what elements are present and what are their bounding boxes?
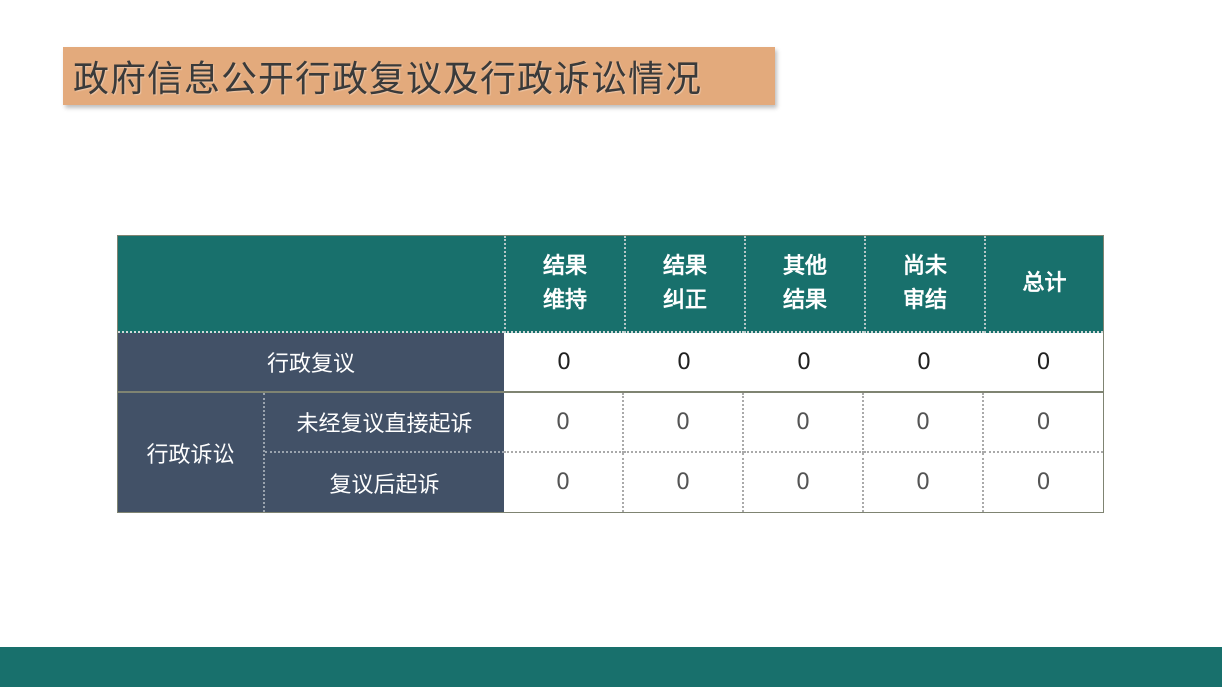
cell-value: 0 [917,349,931,375]
cell-value: 0 [916,409,930,435]
stats-table: 结果 维持 结果 纠正 其他 结果 尚未 审结 总计 行政复议 0 0 0 0 … [117,235,1104,513]
cell-value: 0 [796,470,810,495]
row-label-after-review: 复议后起诉 [265,453,504,512]
table-cell: 0 [984,393,1103,453]
header-label: 总计 [1022,270,1067,296]
header-col-4: 尚未 审结 [864,236,984,333]
row-label-litigation: 行政诉讼 [118,393,265,512]
row-label-review: 行政复议 [118,333,504,393]
row-label-direct: 未经复议直接起诉 [265,393,504,453]
cell-value: 0 [796,409,810,435]
header-corner [118,236,504,333]
cell-value: 0 [556,470,570,495]
header-label: 尚未 审结 [902,253,947,313]
cell-value: 0 [556,409,570,435]
header-col-total: 总计 [984,236,1103,333]
cell-value: 0 [557,349,571,375]
table-cell: 0 [744,453,864,512]
table-cell: 0 [624,393,744,453]
header-label: 结果 纠正 [662,253,707,313]
header-col-1: 结果 维持 [504,236,624,333]
header-label: 其他 结果 [782,253,827,313]
table-cell: 0 [864,393,984,453]
title-banner: 政府信息公开行政复议及行政诉讼情况 [63,47,775,105]
cell-value: 0 [677,349,691,375]
table-cell: 0 [624,453,744,512]
header-col-2: 结果 纠正 [624,236,744,333]
header-label: 结果 维持 [542,253,587,313]
cell-value: 0 [676,470,690,495]
page-title: 政府信息公开行政复议及行政诉讼情况 [73,59,703,100]
cell-value: 0 [676,409,690,435]
table-cell: 0 [984,453,1103,512]
row-label: 未经复议直接起诉 [296,412,473,437]
row-label: 行政复议 [266,352,355,377]
table-cell: 0 [744,393,864,453]
table-cell: 0 [504,333,624,393]
table-cell: 0 [504,393,624,453]
cell-value: 0 [797,349,811,375]
cell-value: 0 [1036,349,1051,375]
row-label: 复议后起诉 [329,472,440,498]
table-cell: 0 [744,333,864,393]
cell-value: 0 [1036,409,1051,435]
table-cell: 0 [984,333,1103,393]
table-cell: 0 [504,453,624,512]
cell-value: 0 [916,470,930,495]
footer-bar [0,647,1222,687]
table-cell: 0 [624,333,744,393]
row-label: 行政诉讼 [146,442,235,468]
cell-value: 0 [1036,470,1051,495]
table-cell: 0 [864,453,984,512]
table-cell: 0 [864,333,984,393]
header-col-3: 其他 结果 [744,236,864,333]
